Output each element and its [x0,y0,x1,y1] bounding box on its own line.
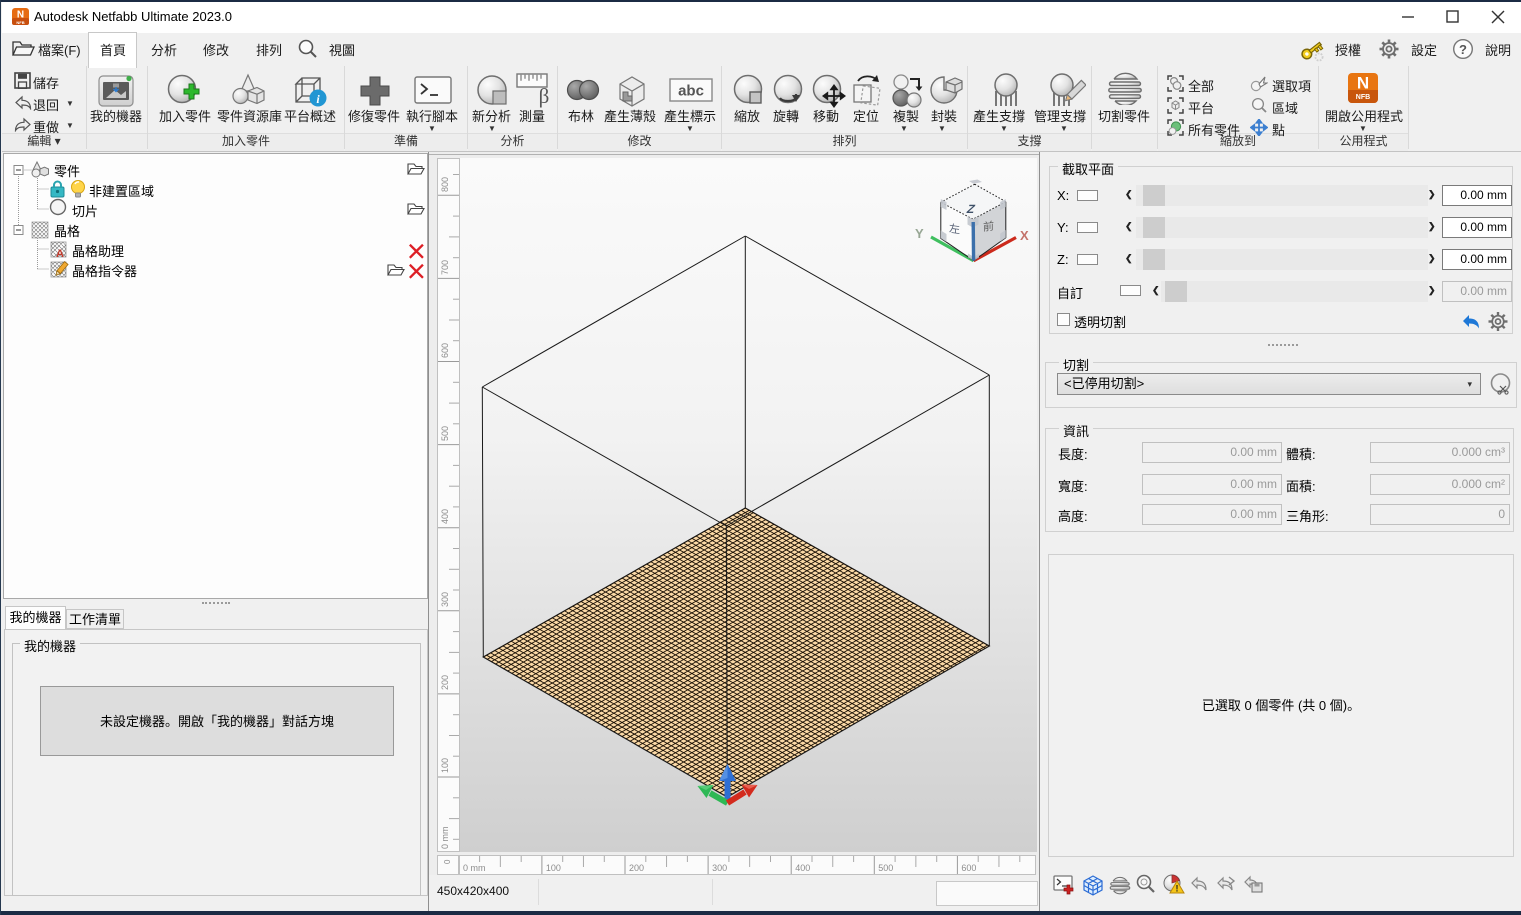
svg-text:300: 300 [440,592,450,607]
svg-text:500: 500 [440,426,450,441]
svg-text:700: 700 [440,260,450,275]
svg-text:?: ? [1459,42,1467,57]
svg-text:400: 400 [440,509,450,524]
svg-text:前: 前 [983,219,994,234]
svg-text:abc: abc [678,83,704,100]
svg-text:600: 600 [440,343,450,358]
svg-text:100: 100 [440,758,450,773]
svg-text:100: 100 [546,863,561,873]
svg-text:!: ! [1176,884,1179,894]
svg-text:300: 300 [712,863,727,873]
svg-text:β: β [539,84,550,108]
svg-text:X: X [1020,228,1029,243]
svg-text:左: 左 [949,222,960,236]
svg-text:800: 800 [440,177,450,192]
svg-text:Y: Y [915,226,924,241]
svg-text:NFB: NFB [1356,94,1370,101]
svg-text:N: N [1357,74,1369,93]
svg-text:A: A [56,248,64,260]
svg-text:600: 600 [961,863,976,873]
svg-text:500: 500 [878,863,893,873]
svg-text:400: 400 [795,863,810,873]
svg-text:0 mm: 0 mm [440,827,450,850]
svg-text:200: 200 [440,675,450,690]
svg-text:200: 200 [629,863,644,873]
svg-text:0 mm: 0 mm [463,863,486,873]
svg-text:N: N [17,10,24,21]
svg-text:NFB: NFB [16,20,24,25]
svg-text:0: 0 [443,859,452,864]
